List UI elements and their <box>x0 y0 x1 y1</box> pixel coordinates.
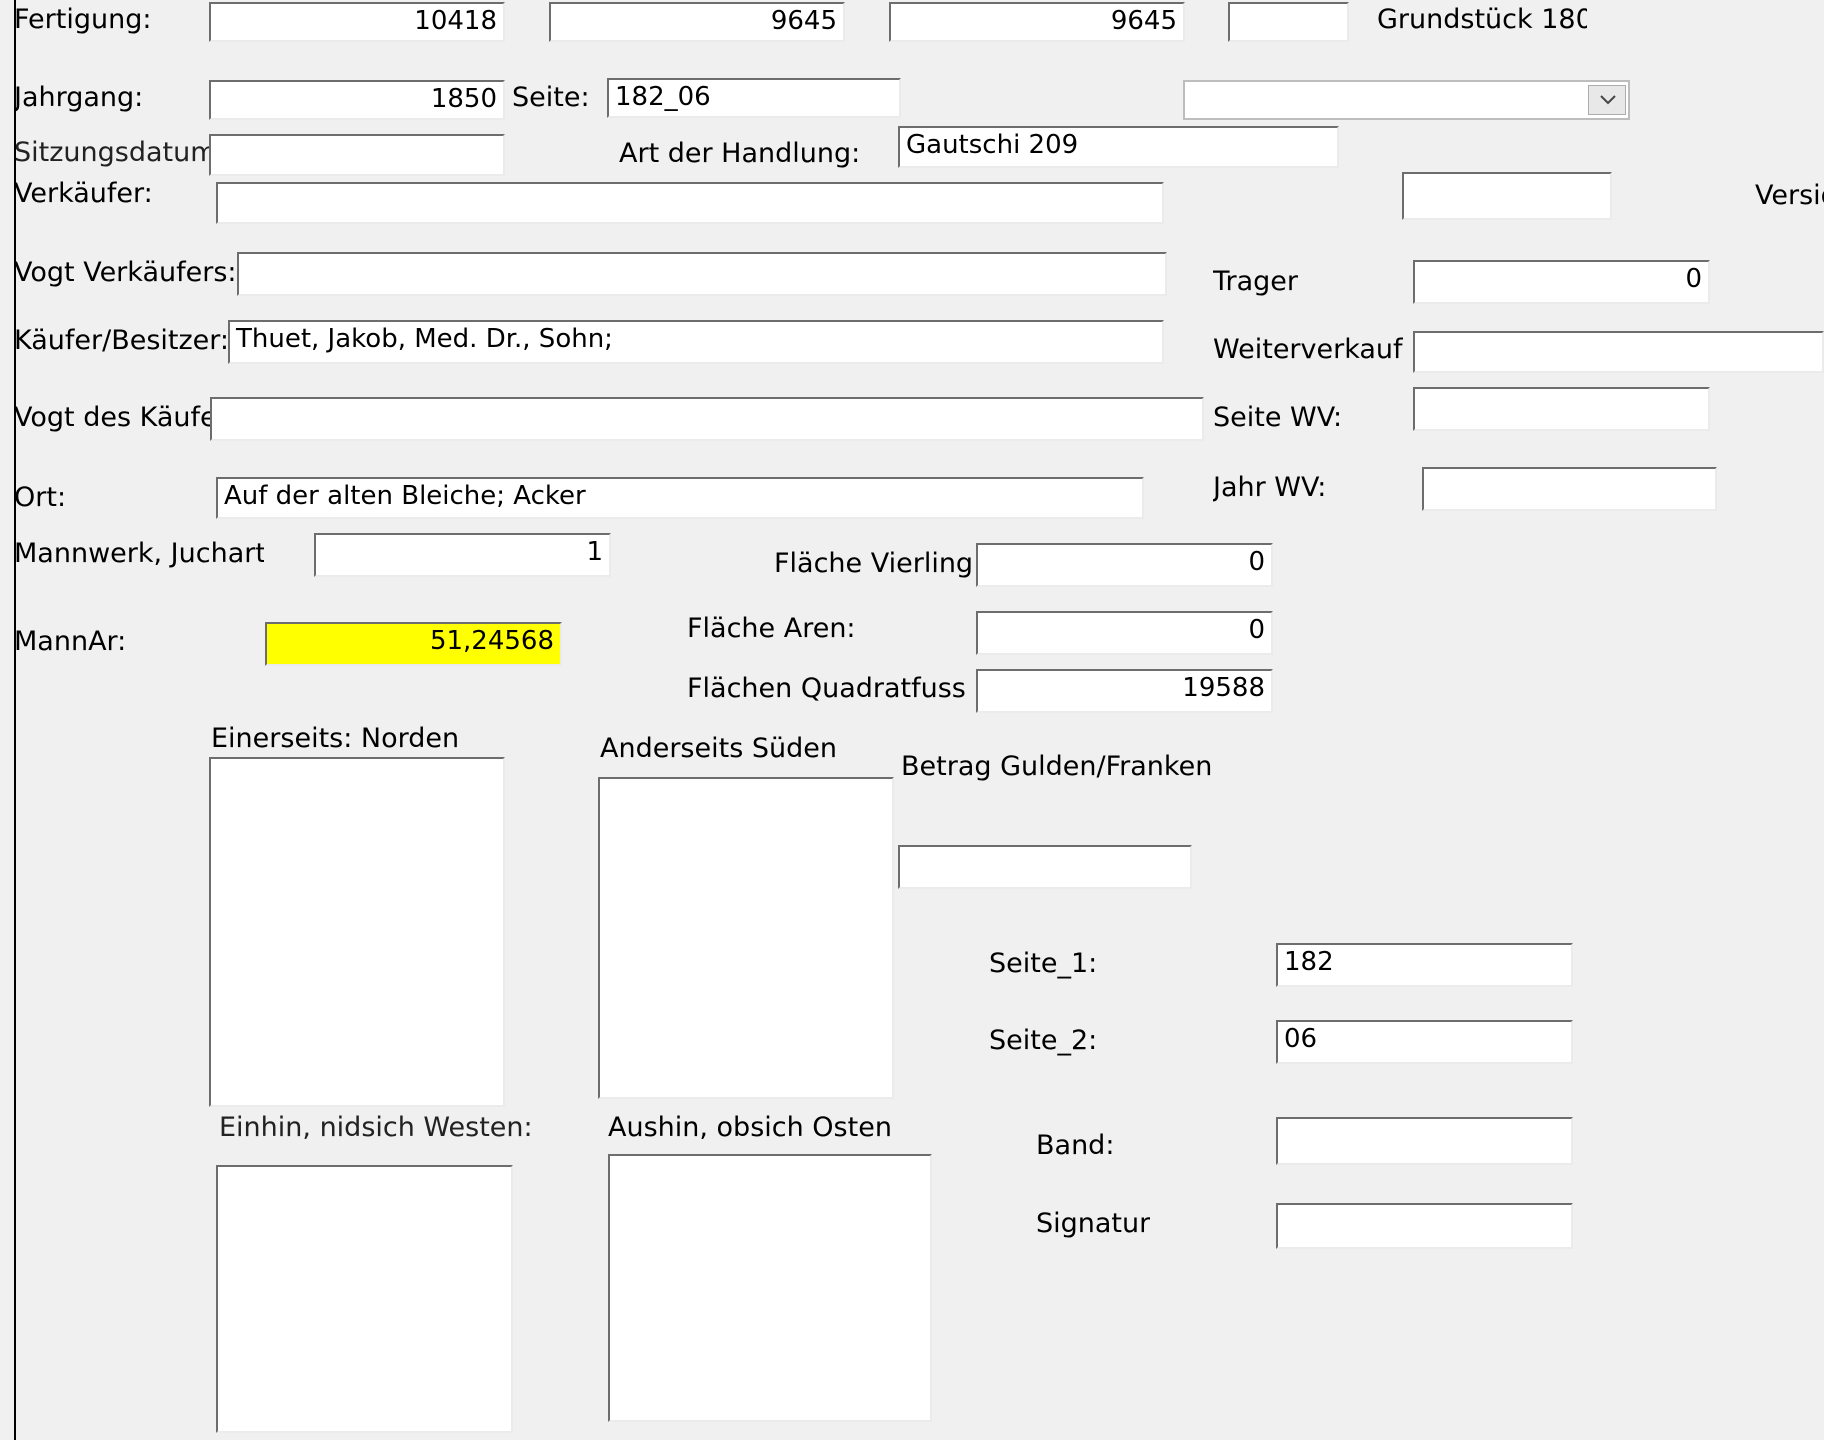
fertigung-label: Fertigung: <box>14 4 152 35</box>
signatur-label: Signatur <box>1036 1208 1151 1239</box>
seite-wv-label: Seite WV: <box>1213 402 1343 433</box>
flaeche-aren-field[interactable]: 0 <box>976 611 1273 655</box>
osten-memo[interactable] <box>608 1154 932 1422</box>
jahr-wv-label: Jahr WV: <box>1213 472 1327 503</box>
jahrgang-field[interactable]: 1850 <box>209 80 505 120</box>
jahrgang-label: Jahrgang: <box>14 82 144 113</box>
flaeche-vierling-label: Fläche Vierling: <box>774 548 983 579</box>
seite-field[interactable]: 182_06 <box>607 78 901 118</box>
trager-label: Trager <box>1213 266 1299 297</box>
betrag-label: Betrag Gulden/Franken <box>901 751 1213 782</box>
betrag-field[interactable] <box>898 845 1192 889</box>
fertigung-field-2[interactable]: 9645 <box>549 2 845 42</box>
verkaeufer-field[interactable] <box>216 182 1164 224</box>
weiterverkauf-label: Weiterverkauf: <box>1213 334 1403 365</box>
sueden-memo[interactable] <box>598 777 894 1099</box>
version-label: Version <box>1755 180 1824 211</box>
norden-memo[interactable] <box>209 757 505 1107</box>
aushin-osten-label: Aushin, obsich Osten <box>608 1112 892 1143</box>
kaeufer-besitzer-label: Käufer/Besitzer: <box>14 325 226 356</box>
fertigung-field-1[interactable]: 10418 <box>209 2 505 42</box>
einerseits-norden-label: Einerseits: Norden <box>211 723 460 754</box>
mannar-label: MannAr: <box>14 626 127 657</box>
flaeche-aren-label: Fläche Aren: <box>687 613 856 644</box>
fertigung-field-3[interactable]: 9645 <box>889 2 1185 42</box>
flaeche-vierling-field[interactable]: 0 <box>976 543 1273 587</box>
seite-1-label: Seite_1: <box>989 948 1098 979</box>
seite-2-label: Seite_2: <box>989 1025 1098 1056</box>
mannwerk-field[interactable]: 1 <box>314 533 611 577</box>
band-label: Band: <box>1036 1130 1115 1161</box>
anderseits-sueden-label: Anderseits Süden <box>600 733 837 764</box>
chevron-down-icon <box>1600 95 1616 105</box>
art-der-handlung-label: Art der Handlung: <box>619 138 861 169</box>
vogt-des-kaeufers-field[interactable] <box>210 397 1204 441</box>
einhin-westen-label: Einhin, nidsich Westen: <box>219 1112 533 1143</box>
version-field[interactable] <box>1402 172 1612 220</box>
vogt-verkaeufers-label: Vogt Verkäufers: <box>14 257 234 288</box>
jahr-wv-field[interactable] <box>1422 467 1717 511</box>
kaeufer-besitzer-field[interactable]: Thuet, Jakob, Med. Dr., Sohn; <box>228 320 1164 364</box>
sitzungsdatum-field[interactable] <box>209 134 505 176</box>
window-left-border <box>14 0 16 1440</box>
seite-1-field[interactable]: 182 <box>1276 943 1573 987</box>
seite-label: Seite: <box>512 82 590 113</box>
vogt-des-kaeufers-label: Vogt des Käufers <box>14 402 210 433</box>
mannar-field[interactable]: 51,24568 <box>265 622 562 666</box>
verkaeufer-label: Verkäufer: <box>14 178 153 209</box>
combo-dropdown-button[interactable] <box>1588 85 1626 115</box>
art-der-handlung-field[interactable]: Gautschi 209 <box>898 126 1339 168</box>
westen-memo[interactable] <box>216 1165 513 1433</box>
weiterverkauf-field[interactable] <box>1413 331 1824 373</box>
band-field[interactable] <box>1276 1117 1573 1165</box>
ort-label: Ort: <box>14 482 67 513</box>
combo-box[interactable] <box>1183 80 1630 120</box>
sitzungsdatum-label: Sitzungsdatum: <box>14 137 209 168</box>
signatur-field[interactable] <box>1276 1203 1573 1249</box>
grundstueck-label: Grundstück 1805 <box>1377 4 1587 35</box>
mannwerk-label: Mannwerk, Jucharten <box>14 538 264 569</box>
trager-field[interactable]: 0 <box>1413 260 1710 304</box>
seite-wv-field[interactable] <box>1413 387 1710 431</box>
fertigung-field-4[interactable] <box>1228 2 1349 42</box>
flaechen-quadratfuss-label: Flächen Quadratfuss <box>687 673 966 704</box>
ort-field[interactable]: Auf der alten Bleiche; Acker <box>216 477 1144 519</box>
seite-2-field[interactable]: 06 <box>1276 1020 1573 1064</box>
vogt-verkaeufers-field[interactable] <box>237 252 1167 296</box>
flaechen-quadratfuss-field[interactable]: 19588 <box>976 669 1273 713</box>
